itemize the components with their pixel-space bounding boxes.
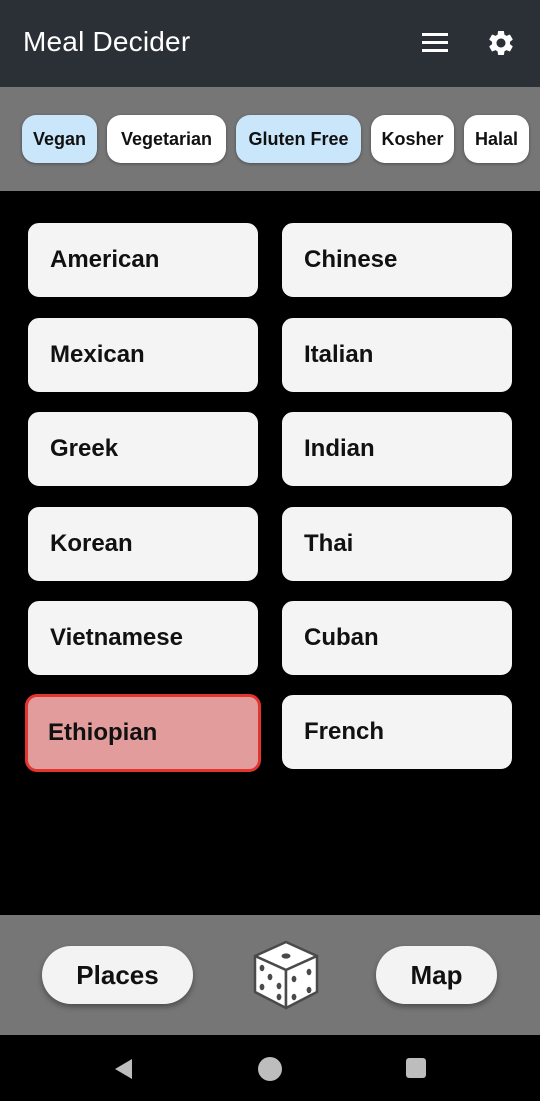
gear-icon[interactable] bbox=[486, 28, 516, 58]
filter-chip-vegetarian[interactable]: Vegetarian bbox=[107, 115, 226, 163]
filter-chip-kosher[interactable]: Kosher bbox=[371, 115, 454, 163]
cuisine-card-american[interactable]: American bbox=[27, 222, 259, 298]
menu-icon[interactable] bbox=[422, 33, 448, 53]
map-button[interactable]: Map bbox=[376, 946, 497, 1004]
app-bar: Meal Decider bbox=[0, 0, 540, 87]
cuisine-card-indian[interactable]: Indian bbox=[281, 411, 513, 487]
filter-chip-vegan[interactable]: Vegan bbox=[22, 115, 97, 163]
cuisine-grid: American Chinese Mexican Italian Greek I… bbox=[0, 191, 540, 915]
app-title: Meal Decider bbox=[23, 26, 191, 57]
cuisine-card-chinese[interactable]: Chinese bbox=[281, 222, 513, 298]
cuisine-card-french[interactable]: French bbox=[281, 694, 513, 770]
recent-apps-icon[interactable] bbox=[406, 1058, 426, 1078]
places-button[interactable]: Places bbox=[42, 946, 193, 1004]
filter-chip-halal[interactable]: Halal bbox=[464, 115, 529, 163]
cuisine-card-vietnamese[interactable]: Vietnamese bbox=[27, 600, 259, 676]
back-icon[interactable] bbox=[112, 1057, 136, 1081]
bottom-action-bar: Places Map bbox=[0, 915, 540, 1035]
filter-chip-gluten-free[interactable]: Gluten Free bbox=[236, 115, 361, 163]
cuisine-card-mexican[interactable]: Mexican bbox=[27, 317, 259, 393]
cuisine-card-korean[interactable]: Korean bbox=[27, 506, 259, 582]
cuisine-card-italian[interactable]: Italian bbox=[281, 317, 513, 393]
dice-icon[interactable] bbox=[251, 939, 321, 1011]
dietary-filter-bar: Vegan Vegetarian Gluten Free Kosher Hala… bbox=[0, 87, 540, 191]
cuisine-card-ethiopian[interactable]: Ethiopian bbox=[25, 694, 261, 772]
cuisine-card-greek[interactable]: Greek bbox=[27, 411, 259, 487]
cuisine-card-cuban[interactable]: Cuban bbox=[281, 600, 513, 676]
cuisine-card-thai[interactable]: Thai bbox=[281, 506, 513, 582]
home-icon[interactable] bbox=[258, 1057, 282, 1081]
system-nav-bar bbox=[0, 1035, 540, 1101]
